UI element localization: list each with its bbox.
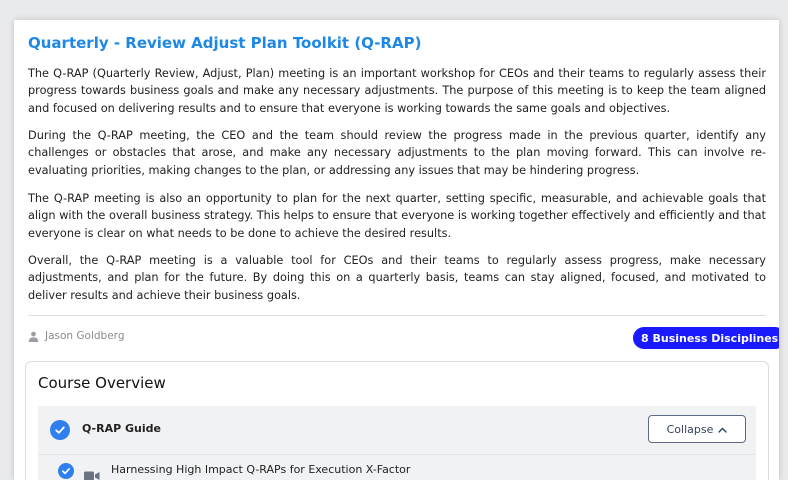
section-title: Q-RAP Guide: [82, 422, 161, 435]
description-paragraph-2: During the Q-RAP meeting, the CEO and th…: [28, 127, 766, 179]
check-circle-icon: [58, 463, 74, 479]
author-name: Jason Goldberg: [45, 330, 124, 342]
chevron-up-icon: [718, 423, 727, 436]
description-paragraph-4: Overall, the Q-RAP meeting is a valuable…: [28, 252, 766, 304]
course-overview-panel: Course Overview Q-RAP Guide Collapse: [25, 361, 769, 480]
check-circle-icon: [50, 420, 70, 440]
collapse-label: Collapse: [667, 423, 714, 436]
course-overview-heading: Course Overview: [38, 374, 166, 392]
user-icon: [28, 331, 39, 342]
lesson-row[interactable]: Harnessing High Impact Q-RAPs for Execut…: [38, 455, 756, 480]
section-q-rap-guide[interactable]: Q-RAP Guide Collapse: [38, 406, 756, 455]
lesson-title: Harnessing High Impact Q-RAPs for Execut…: [111, 463, 410, 476]
collapse-button[interactable]: Collapse: [648, 415, 746, 443]
description-paragraph-3: The Q-RAP meeting is also an opportunity…: [28, 190, 766, 242]
course-card: Quarterly - Review Adjust Plan Toolkit (…: [14, 20, 779, 480]
description-paragraph-1: The Q-RAP (Quarterly Review, Adjust, Pla…: [28, 65, 766, 117]
page-title: Quarterly - Review Adjust Plan Toolkit (…: [28, 34, 421, 52]
author-line[interactable]: Jason Goldberg: [28, 330, 124, 342]
category-badge[interactable]: 8 Business Disciplines: [633, 327, 779, 349]
divider: [28, 315, 766, 316]
